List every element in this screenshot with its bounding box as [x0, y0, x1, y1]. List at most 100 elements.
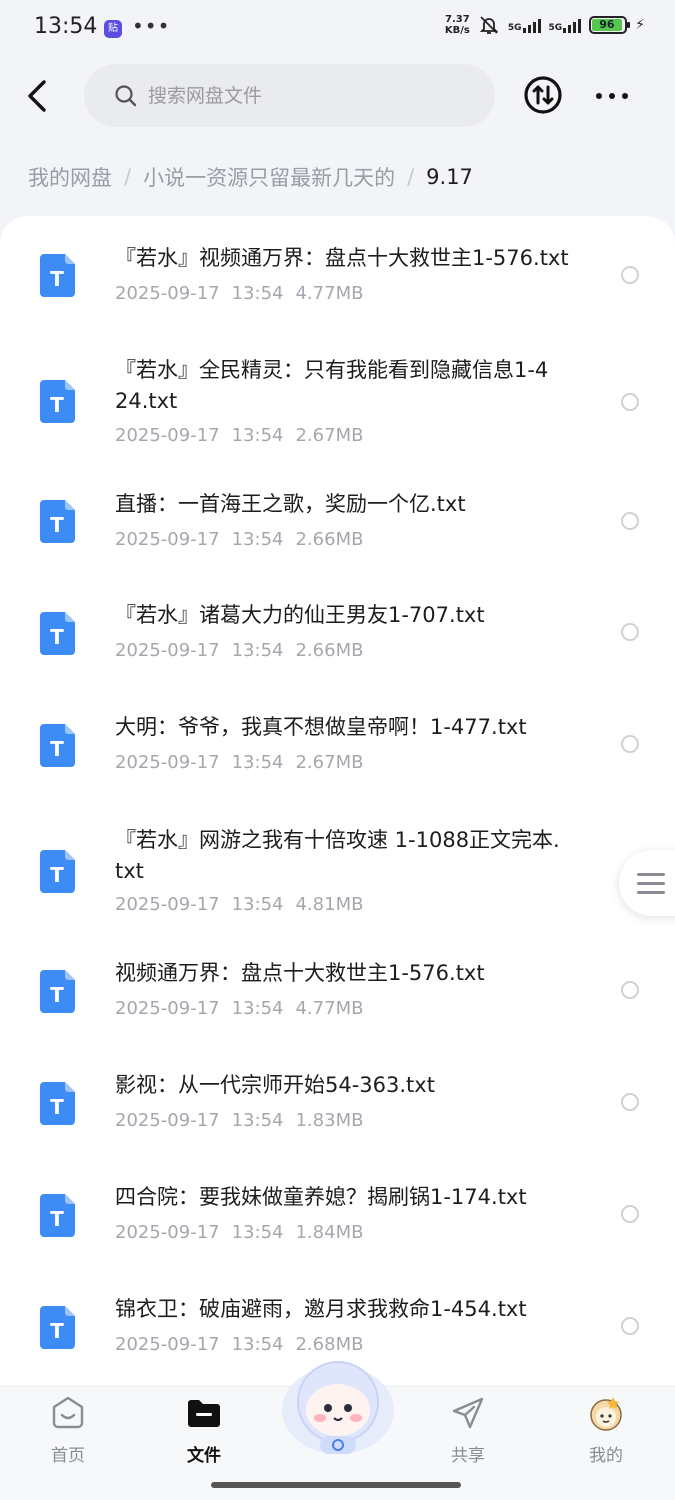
select-radio[interactable] — [621, 512, 639, 530]
search-input[interactable] — [148, 84, 448, 107]
battery-level: 96 — [592, 19, 622, 31]
home-indicator[interactable] — [211, 1482, 461, 1488]
nav-share-label: 共享 — [451, 1446, 485, 1466]
nav-mine-label: 我的 — [589, 1446, 623, 1466]
svg-text:T: T — [50, 737, 64, 761]
more-options-button[interactable] — [592, 82, 632, 110]
file-size: 1.83MB — [295, 1110, 364, 1131]
file-time: 13:54 — [231, 752, 284, 773]
mute-bell-icon — [479, 16, 499, 34]
search-icon — [115, 84, 137, 106]
file-name: 『若水』全民精灵：只有我能看到隐藏信息1-424.txt — [115, 358, 549, 413]
select-radio[interactable] — [621, 1093, 639, 1111]
file-meta: 2025-09-17 13:54 4.81MB — [115, 894, 375, 915]
nav-share[interactable]: 共享 — [418, 1393, 518, 1466]
svg-text:T: T — [50, 1095, 64, 1119]
file-size: 2.67MB — [295, 425, 364, 446]
file-meta: 2025-09-17 13:54 2.66MB — [115, 640, 375, 661]
svg-text:T: T — [50, 267, 64, 291]
file-size: 2.66MB — [295, 640, 364, 661]
file-name: 四合院：要我妹做童养媳？揭刷锅1-174.txt — [115, 1185, 527, 1209]
more-dot-icon — [596, 93, 602, 99]
assistant-mascot-button[interactable] — [278, 1352, 398, 1457]
menu-line-icon — [637, 872, 665, 876]
network-speed-unit: KB/s — [444, 25, 470, 36]
select-radio[interactable] — [621, 393, 639, 411]
select-radio[interactable] — [621, 266, 639, 284]
svg-text:T: T — [50, 863, 64, 887]
breadcrumb-separator: / — [407, 165, 415, 189]
signal-1-icon: 5G — [508, 17, 541, 33]
txt-file-icon: T — [40, 1082, 75, 1125]
select-radio[interactable] — [621, 1205, 639, 1223]
txt-file-icon: T — [40, 970, 75, 1013]
more-dot-icon — [622, 93, 628, 99]
file-time: 13:54 — [231, 1222, 284, 1243]
select-radio[interactable] — [621, 735, 639, 753]
file-time: 13:54 — [231, 529, 284, 550]
menu-line-icon — [637, 881, 665, 885]
txt-file-icon: T — [40, 500, 75, 543]
back-button[interactable] — [20, 74, 56, 118]
nav-home-label: 首页 — [51, 1446, 85, 1466]
file-time: 13:54 — [231, 425, 284, 446]
file-meta: 2025-09-17 13:54 4.77MB — [115, 283, 375, 304]
svg-text:T: T — [50, 513, 64, 537]
nav-files[interactable]: 文件 — [154, 1393, 254, 1466]
txt-file-icon: T — [40, 724, 75, 767]
file-name: 锦衣卫：破庙避雨，邀月求我救命1-454.txt — [115, 1297, 527, 1321]
svg-text:T: T — [50, 983, 64, 1007]
chevron-left-icon — [28, 80, 46, 112]
file-name: 『若水』视频通万界：盘点十大救世主1-576.txt — [115, 246, 569, 270]
breadcrumb-folder[interactable]: 小说一资源只留最新几天的 — [143, 162, 395, 192]
file-meta: 2025-09-17 13:54 2.67MB — [115, 752, 375, 773]
nav-files-label: 文件 — [187, 1446, 221, 1466]
app-notification-icon: 贴 — [104, 20, 122, 38]
transfer-icon — [524, 76, 562, 114]
select-radio[interactable] — [621, 623, 639, 641]
send-icon — [452, 1397, 484, 1429]
file-date: 2025-09-17 — [115, 529, 220, 550]
file-size: 4.77MB — [295, 998, 364, 1019]
signal-2-icon: 5G — [549, 17, 582, 33]
nav-mine[interactable]: 我的 — [556, 1393, 656, 1466]
file-date: 2025-09-17 — [115, 283, 220, 304]
network-speed: 7.37 KB/s — [445, 14, 470, 36]
home-icon — [52, 1396, 84, 1429]
breadcrumb: 我的网盘 / 小说一资源只留最新几天的 / 9.17 — [28, 162, 473, 192]
more-dot-icon — [609, 93, 615, 99]
file-meta: 2025-09-17 13:54 1.83MB — [115, 1110, 375, 1131]
battery-icon: 96 — [589, 16, 631, 34]
charging-icon: ⚡ — [635, 17, 645, 33]
select-radio[interactable] — [621, 1317, 639, 1335]
more-notifications-icon: ••• — [132, 14, 171, 38]
file-size: 2.67MB — [295, 752, 364, 773]
file-date: 2025-09-17 — [115, 998, 220, 1019]
menu-line-icon — [637, 890, 665, 894]
status-time: 13:54 — [34, 14, 98, 39]
file-date: 2025-09-17 — [115, 1334, 220, 1355]
signal-1-label: 5G — [507, 23, 522, 33]
select-radio[interactable] — [621, 981, 639, 999]
file-size: 4.81MB — [295, 894, 364, 915]
file-name: 视频通万界：盘点十大救世主1-576.txt — [115, 961, 485, 985]
file-meta: 2025-09-17 13:54 2.66MB — [115, 529, 375, 550]
txt-file-icon: T — [40, 254, 75, 297]
file-time: 13:54 — [231, 894, 284, 915]
breadcrumb-root[interactable]: 我的网盘 — [28, 162, 112, 192]
nav-home[interactable]: 首页 — [18, 1393, 118, 1466]
svg-text:T: T — [50, 1319, 64, 1343]
svg-text:T: T — [50, 393, 64, 417]
file-date: 2025-09-17 — [115, 640, 220, 661]
file-date: 2025-09-17 — [115, 752, 220, 773]
file-time: 13:54 — [231, 283, 284, 304]
txt-file-icon: T — [40, 1194, 75, 1237]
file-time: 13:54 — [231, 998, 284, 1019]
file-name: 『若水』网游之我有十倍攻速 1-1088正文完本.txt — [115, 828, 560, 883]
search-bar[interactable] — [84, 64, 495, 127]
network-speed-value: 7.37 — [445, 14, 470, 25]
transfer-list-button[interactable] — [522, 74, 564, 116]
file-time: 13:54 — [231, 640, 284, 661]
signal-2-label: 5G — [548, 23, 563, 33]
file-time: 13:54 — [231, 1110, 284, 1131]
